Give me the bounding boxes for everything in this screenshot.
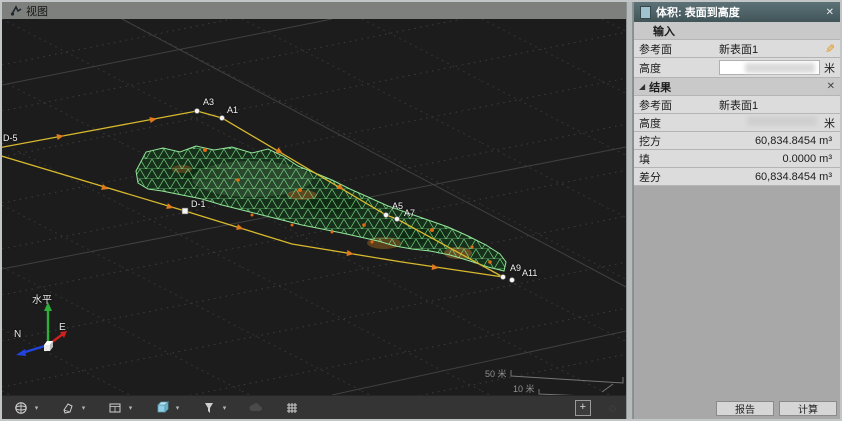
fill-label: 填 [639,151,719,167]
reference-surface-label: 参考面 [639,41,719,57]
results-height-unit: 米 [820,115,835,131]
axis-label-vertical: 水平 [32,291,52,306]
tab-view[interactable]: 视图 [2,2,56,19]
viewport-tabbar: 视图 [2,2,626,19]
wireframe-box-icon[interactable] [59,399,77,417]
axis-label-north: N [14,329,21,340]
report-button[interactable]: 报告 [716,401,774,416]
delta-label: 差分 [639,169,719,185]
height-label: 高度 [639,60,719,76]
edit-pencil-icon[interactable]: ✎ [825,42,835,56]
results-section-header[interactable]: ◢ 结果 ✕ [634,78,840,96]
results-clear-icon[interactable]: ✕ [827,81,835,92]
height-input[interactable] [719,60,820,75]
results-cut-row: 挖方 60,834.8454 m³ [634,132,840,150]
cut-value: 60,834.8454 m³ [719,135,835,147]
panel-footer: 报告 计算 [716,401,837,416]
results-delta-row: 差分 60,834.8454 m³ [634,168,840,186]
cloud-icon [247,399,265,417]
view-tab-icon [10,5,22,17]
tab-view-label: 视图 [26,3,48,19]
reference-surface-value[interactable]: 新表面1 [719,41,825,57]
input-reference-row: 参考面 新表面1 ✎ [634,40,840,58]
results-section-title: 结果 [649,79,671,95]
results-reference-label: 参考面 [639,97,719,113]
height-unit: 米 [820,60,835,76]
panel-splitter[interactable] [626,2,633,419]
fill-value: 0.0000 m³ [719,153,835,165]
grid-icon[interactable] [283,399,301,417]
shaded-cube-icon[interactable] [153,399,171,417]
application-window: 视图 [0,0,842,421]
orbit-view-icon[interactable] [12,399,30,417]
wireframe-box-caret[interactable]: ▾ [79,404,88,412]
results-reference-row: 参考面 新表面1 [634,96,840,114]
orbit-view-caret[interactable]: ▾ [32,404,41,412]
panel-icon [640,6,651,19]
results-reference-value: 新表面1 [719,97,835,113]
viewport-pane-caret[interactable]: ▾ [126,404,135,412]
height-input-redacted-value [745,63,815,73]
viewport-pane-icon[interactable] [106,399,124,417]
shaded-cube-caret[interactable]: ▾ [173,404,182,412]
input-section-header[interactable]: 输入 [634,22,840,40]
calculate-button[interactable]: 计算 [779,401,837,416]
delta-value: 60,834.8454 m³ [719,171,835,183]
view-toolbar: ▾ ▾ ▾ ▾ ▾ [2,395,626,419]
filter-caret[interactable]: ▾ [220,404,229,412]
axis-label-east: E [59,322,66,333]
disabled-tool-icon: ◌ [609,401,616,415]
results-height-label: 高度 [639,115,719,131]
results-fill-row: 填 0.0000 m³ [634,150,840,168]
scene-graphics [2,19,626,395]
zoom-window-icon[interactable]: + [575,400,591,416]
panel-close-icon[interactable]: ✕ [826,7,834,18]
filter-icon[interactable] [200,399,218,417]
3d-viewport-canvas[interactable]: D-5 A3 A1 D-1 A5 A7 A9 A11 水平 N E 50 米 1… [2,19,626,395]
input-section-title: 输入 [639,23,675,39]
collapse-icon[interactable]: ◢ [639,82,645,91]
cut-label: 挖方 [639,133,719,149]
volume-command-panel: 体积: 表面到高度 ✕ 输入 参考面 新表面1 ✎ 高度 米 ◢ 结果 ✕ 参考… [633,2,840,419]
results-height-row: 高度 米 [634,114,840,132]
input-height-row: 高度 米 [634,58,840,78]
results-height-redacted-value [747,116,817,126]
results-height-value [719,116,820,129]
panel-header: 体积: 表面到高度 ✕ [634,2,840,22]
scale-label-50m: 50 米 [485,367,507,380]
scale-label-10m: 10 米 [513,382,535,395]
panel-title: 体积: 表面到高度 [656,4,740,20]
